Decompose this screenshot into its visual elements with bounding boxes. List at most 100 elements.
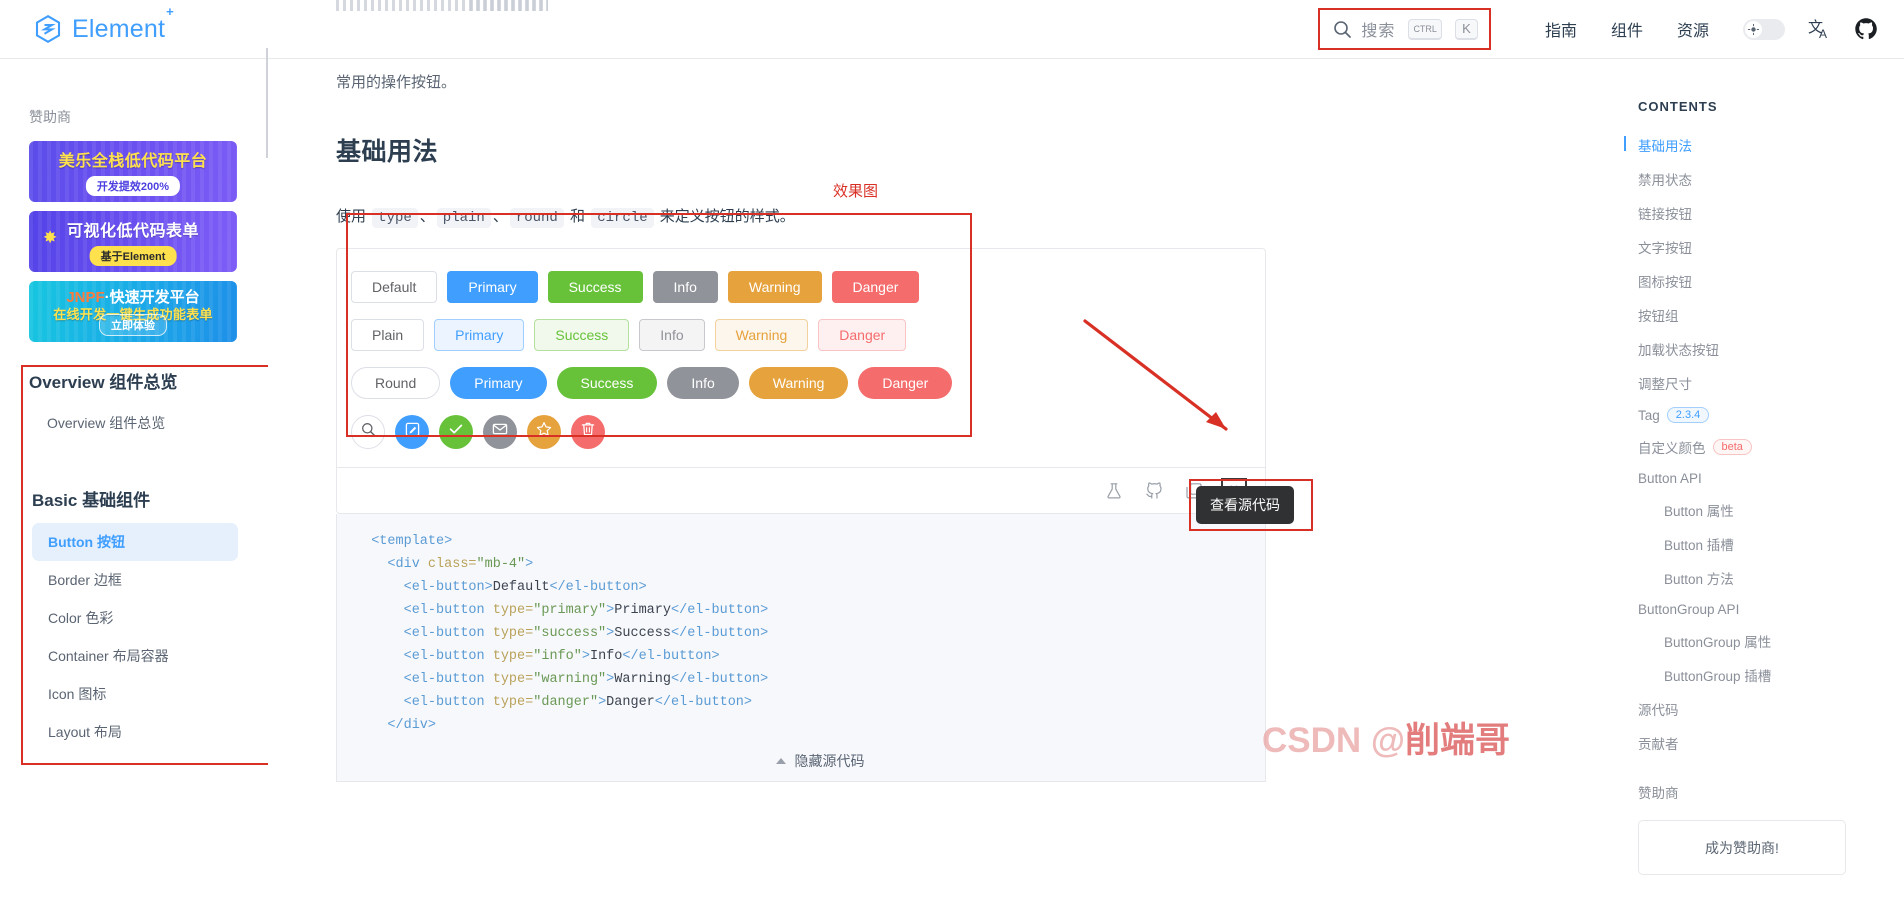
button-circle-star[interactable] [527, 415, 561, 449]
desc-and: 和 [565, 208, 590, 225]
sidebar-item-icon[interactable]: Icon 图标 [32, 675, 238, 713]
button-plain-warning[interactable]: Warning [714, 319, 809, 351]
flask-icon[interactable] [1105, 482, 1123, 500]
banner-2-title: 可视化低代码表单 [66, 223, 199, 240]
button-default[interactable]: Default [351, 271, 438, 303]
toc-item[interactable]: 贡献者 [1638, 726, 1904, 760]
button-info[interactable]: Info [652, 271, 718, 303]
github-icon[interactable] [1854, 17, 1878, 41]
toc-item[interactable]: Button 属性 [1638, 493, 1904, 527]
toc-item[interactable]: Tag 2.3.4 [1638, 400, 1904, 430]
button-plain-success[interactable]: Success [534, 319, 630, 351]
toc-item[interactable]: Button 插槽 [1638, 527, 1904, 561]
button-plain-primary[interactable]: Primary [434, 319, 525, 351]
code-token: </el-button> [671, 603, 769, 618]
button-success[interactable]: Success [547, 271, 643, 303]
github-icon[interactable] [1145, 481, 1163, 500]
toc-item[interactable]: 自定义颜色 beta [1638, 430, 1904, 464]
code-token: Primary [614, 603, 671, 618]
code-line: <el-button type="warning">Warning</el-bu… [355, 668, 1265, 691]
toc-item[interactable]: 源代码 [1638, 692, 1904, 726]
sidebar-item-overview[interactable]: Overview 组件总览 [47, 413, 267, 433]
button-warning[interactable]: Warning [727, 271, 822, 303]
code-line: </div> [355, 714, 1265, 737]
toc-item[interactable]: 链接按钮 [1638, 196, 1904, 230]
code-token: <el-button [403, 649, 493, 664]
code-token: "mb-4" [476, 557, 526, 572]
toc-item[interactable]: Button 方法 [1638, 561, 1904, 595]
button-round-default[interactable]: Round [351, 367, 441, 399]
code-circle: circle [591, 208, 654, 228]
check-icon [448, 417, 464, 447]
brand-name: Element+ [72, 4, 174, 43]
sponsor-banner-1[interactable]: 美乐全栈低代码平台 开发提效200% [29, 141, 237, 202]
sidebar-item-border[interactable]: Border 边框 [32, 561, 238, 599]
sidebar-item-container[interactable]: Container 布局容器 [32, 637, 238, 675]
button-plain-info[interactable]: Info [639, 319, 705, 351]
nav-item-guide[interactable]: 指南 [1545, 0, 1577, 60]
button-round-warning[interactable]: Warning [748, 367, 849, 399]
effect-annotation: 效果图 [833, 183, 879, 200]
code-token: "success" [533, 626, 607, 641]
button-primary[interactable]: Primary [447, 271, 538, 303]
collapse-source-bar[interactable]: 隐藏源代码 [355, 751, 1285, 771]
nav-item-resources[interactable]: 资源 [1677, 0, 1709, 60]
left-sidebar: 赞助商 美乐全栈低代码平台 开发提效200% ✸ 可视化低代码表单 基于Elem… [0, 59, 268, 924]
sidebar-item-button[interactable]: Button 按钮 [32, 523, 238, 561]
translate-icon[interactable]: 文 A [1807, 17, 1832, 42]
toc-item[interactable]: ButtonGroup 属性 [1638, 624, 1904, 658]
button-circle-delete[interactable] [571, 415, 605, 449]
button-round-success[interactable]: Success [556, 367, 658, 399]
toc-item[interactable]: 图标按钮 [1638, 264, 1904, 298]
collapse-source-label[interactable]: 隐藏源代码 [795, 751, 865, 771]
sidebar-item-layout[interactable]: Layout 布局 [32, 713, 238, 751]
toc-item[interactable]: 调整尺寸 [1638, 366, 1904, 400]
button-round-info[interactable]: Info [667, 367, 739, 399]
toc-item-label: ButtonGroup 插槽 [1664, 669, 1772, 684]
banner-1-sub: 开发提效200% [85, 176, 181, 196]
search-icon [361, 417, 376, 447]
button-circle-search[interactable] [351, 415, 385, 449]
toc-item[interactable]: 基础用法 [1624, 128, 1904, 162]
theme-toggle[interactable] [1743, 18, 1785, 40]
code-token: type= [492, 626, 534, 641]
button-circle-message[interactable] [483, 415, 517, 449]
toc-item[interactable]: 禁用状态 [1638, 162, 1904, 196]
code-lines: <template> <div class="mb-4"> <el-button… [355, 530, 1265, 737]
code-line: <el-button type="danger">Danger</el-butt… [355, 691, 1265, 714]
button-round-primary[interactable]: Primary [450, 367, 547, 399]
toc-item[interactable]: ButtonGroup API [1638, 595, 1904, 624]
toc-item[interactable]: 加载状态按钮 [1638, 332, 1904, 366]
sponsor-banner-2[interactable]: ✸ 可视化低代码表单 基于Element [29, 211, 237, 272]
button-danger[interactable]: Danger [831, 271, 920, 303]
code-token: </div> [387, 718, 437, 733]
desc-sep-1: 、 [419, 208, 435, 225]
intro-text: 常用的操作按钮。 [336, 74, 457, 91]
button-row-circle [351, 415, 1265, 449]
code-token: <el-button> [403, 580, 493, 595]
button-circle-edit[interactable] [395, 415, 429, 449]
code-token: <el-button [403, 626, 493, 641]
sidebar-sponsor-label: 赞助商 [29, 109, 71, 125]
button-plain-danger[interactable]: Danger [818, 319, 907, 351]
button-plain-default[interactable]: Plain [351, 319, 425, 351]
code-token: </el-button> [549, 580, 647, 595]
toc-item[interactable]: Button API [1638, 464, 1904, 493]
code-token: </el-button> [671, 672, 769, 687]
code-token: <template> [371, 534, 453, 549]
nav-item-components[interactable]: 组件 [1606, 0, 1648, 62]
sponsor-banner-3[interactable]: JNPF·快速开发平台 在线开发一键生成功能表单 立即体验 [29, 281, 237, 342]
brand-logo[interactable]: Element+ [33, 4, 174, 44]
sidebar-item-color[interactable]: Color 色彩 [32, 599, 238, 637]
code-plain: plain [436, 208, 491, 228]
toc-item[interactable]: ButtonGroup 插槽 [1638, 658, 1904, 692]
source-code-block[interactable]: <template> <div class="mb-4"> <el-button… [336, 514, 1266, 782]
code-token: "danger" [533, 695, 599, 710]
search-box[interactable]: 搜索 CTRL K 查询组件 [1318, 8, 1491, 83]
button-circle-check[interactable] [439, 415, 473, 449]
button-round-danger[interactable]: Danger [858, 367, 953, 399]
message-icon [492, 417, 508, 447]
toc-item[interactable]: 按钮组 [1638, 298, 1904, 332]
become-sponsor-button[interactable]: 成为赞助商! [1638, 820, 1846, 875]
toc-item[interactable]: 文字按钮 [1638, 230, 1904, 264]
